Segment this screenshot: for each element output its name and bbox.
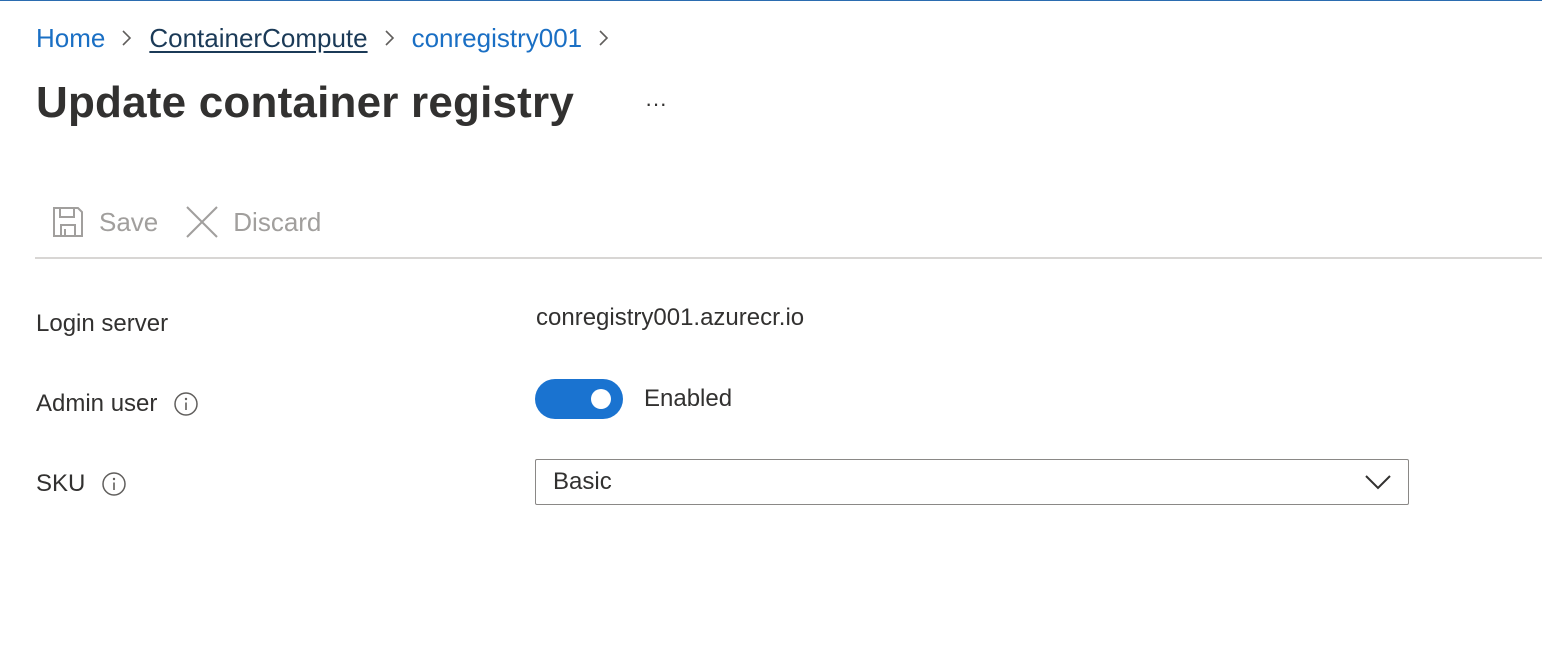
save-button-label: Save: [99, 206, 159, 237]
discard-button[interactable]: Discard: [176, 198, 321, 246]
top-border: [0, 0, 1542, 1]
more-options-button[interactable]: ···: [640, 88, 672, 120]
breadcrumb-containercompute-link[interactable]: ContainerCompute: [149, 23, 367, 54]
toolbar-divider: [35, 257, 1542, 259]
admin-user-toggle-group: Enabled: [535, 379, 732, 419]
breadcrumb-conregistry001-link[interactable]: conregistry001: [412, 23, 583, 54]
info-icon[interactable]: [173, 391, 199, 417]
admin-user-toggle-label: Enabled: [644, 385, 733, 412]
sku-label: SKU: [36, 470, 127, 498]
breadcrumb-home-link[interactable]: Home: [36, 23, 105, 54]
admin-user-label-text: Admin user: [36, 390, 158, 417]
save-button[interactable]: Save: [36, 198, 158, 246]
admin-user-label: Admin user: [36, 390, 199, 418]
toggle-knob: [591, 389, 611, 409]
chevron-right-icon: [368, 22, 412, 54]
chevron-right-icon: [105, 22, 149, 54]
save-icon: [50, 204, 86, 240]
login-server-label: Login server: [36, 310, 168, 338]
chevron-right-icon: [582, 22, 626, 54]
close-icon: [184, 204, 220, 240]
chevron-down-icon: [1364, 468, 1392, 496]
page-title: Update container registry: [36, 78, 575, 127]
login-server-label-text: Login server: [36, 310, 169, 337]
sku-label-text: SKU: [36, 470, 86, 497]
sku-dropdown[interactable]: Basic: [535, 459, 1409, 505]
admin-user-toggle[interactable]: [535, 379, 623, 419]
login-server-value: conregistry001.azurecr.io: [536, 304, 805, 331]
discard-button-label: Discard: [233, 206, 322, 237]
breadcrumb: Home ContainerCompute conregistry001: [36, 22, 626, 54]
sku-dropdown-value: Basic: [553, 468, 612, 495]
info-icon[interactable]: [101, 471, 127, 497]
command-bar: Save Discard: [36, 198, 321, 246]
